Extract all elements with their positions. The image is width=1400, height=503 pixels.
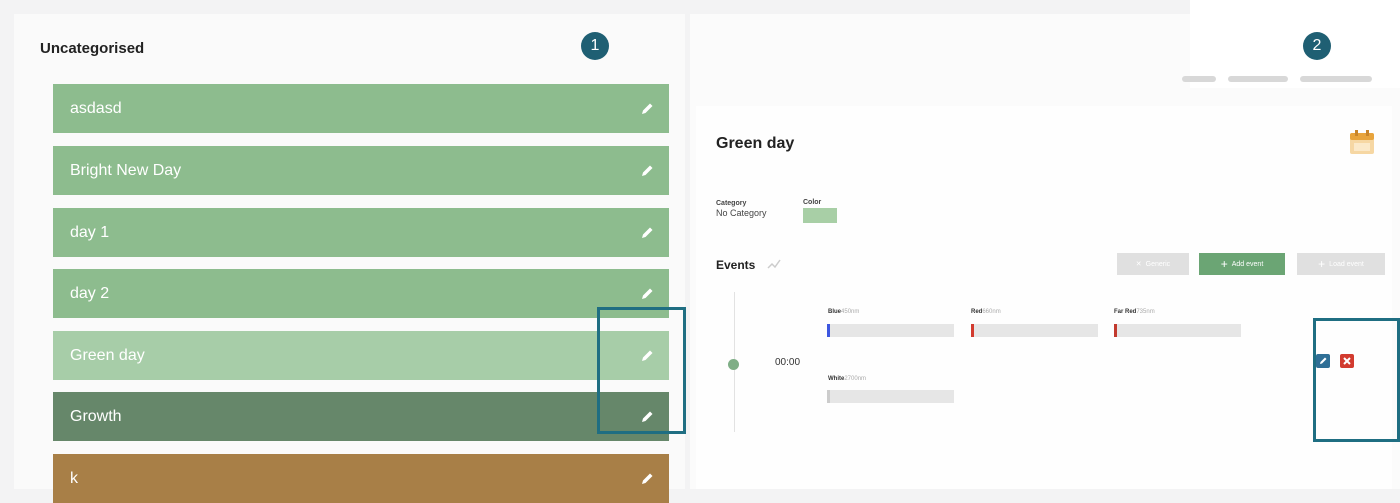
highlight-event-actions (1313, 318, 1400, 442)
channel-label-far-red: Far Red735nm (1114, 309, 1155, 315)
day-list-item[interactable]: k (53, 454, 669, 503)
nav-link[interactable] (1182, 76, 1216, 82)
nav-link[interactable] (1228, 76, 1288, 82)
page-title: Green day (716, 135, 795, 152)
category-label: Category (716, 200, 747, 207)
events-heading: Events (716, 258, 756, 272)
close-icon: ✕ (1135, 261, 1142, 268)
day-label: k (70, 469, 78, 487)
section-title: Uncategorised (40, 40, 145, 57)
step-badge-2: 2 (1303, 32, 1331, 60)
plus-icon: + (1220, 257, 1228, 271)
pencil-icon[interactable] (639, 286, 655, 302)
pencil-icon[interactable] (639, 225, 655, 241)
day-list-item[interactable]: Green day (53, 331, 669, 380)
channel-bar-red[interactable] (971, 324, 1098, 337)
day-label: Growth (70, 407, 122, 425)
step-badge-1: 1 (581, 32, 609, 60)
channel-bar-white[interactable] (827, 390, 954, 403)
channel-bar-far-red[interactable] (1114, 324, 1241, 337)
detail-card (696, 106, 1392, 489)
add-event-button[interactable]: + Add event (1199, 253, 1285, 275)
channel-bar-blue[interactable] (827, 324, 954, 337)
color-swatch (803, 208, 837, 223)
color-label: Color (803, 199, 822, 206)
channel-label-white: White2700nm (828, 376, 867, 382)
day-list-item[interactable]: day 1 (53, 208, 669, 257)
generic-button[interactable]: ✕ Generic (1117, 253, 1189, 275)
calendar-icon[interactable] (1348, 128, 1376, 156)
timeline-dot (728, 359, 739, 370)
day-label: Green day (70, 346, 145, 364)
pencil-icon[interactable] (639, 101, 655, 117)
plus-icon: + (1318, 257, 1326, 271)
day-label: Bright New Day (70, 161, 182, 179)
category-value: No Category (716, 208, 767, 218)
day-label: day 2 (70, 284, 110, 302)
pencil-icon[interactable] (639, 471, 655, 487)
day-list-item[interactable]: asdasd (53, 84, 669, 133)
channel-label-blue: Blue450nm (828, 309, 860, 315)
chart-icon (767, 259, 781, 269)
top-strip (1190, 0, 1400, 88)
pencil-icon[interactable] (639, 163, 655, 179)
nav-link[interactable] (1300, 76, 1372, 82)
day-label: day 1 (70, 223, 110, 241)
day-label: asdasd (70, 99, 122, 117)
day-list-item[interactable]: day 2 (53, 269, 669, 318)
channel-label-red: Red660nm (971, 309, 1001, 315)
day-list-item[interactable]: Growth (53, 392, 669, 441)
event-time: 00:00 (775, 357, 801, 368)
load-event-button[interactable]: + Load event (1297, 253, 1385, 275)
day-list-item[interactable]: Bright New Day (53, 146, 669, 195)
highlight-edit-button (597, 307, 686, 434)
